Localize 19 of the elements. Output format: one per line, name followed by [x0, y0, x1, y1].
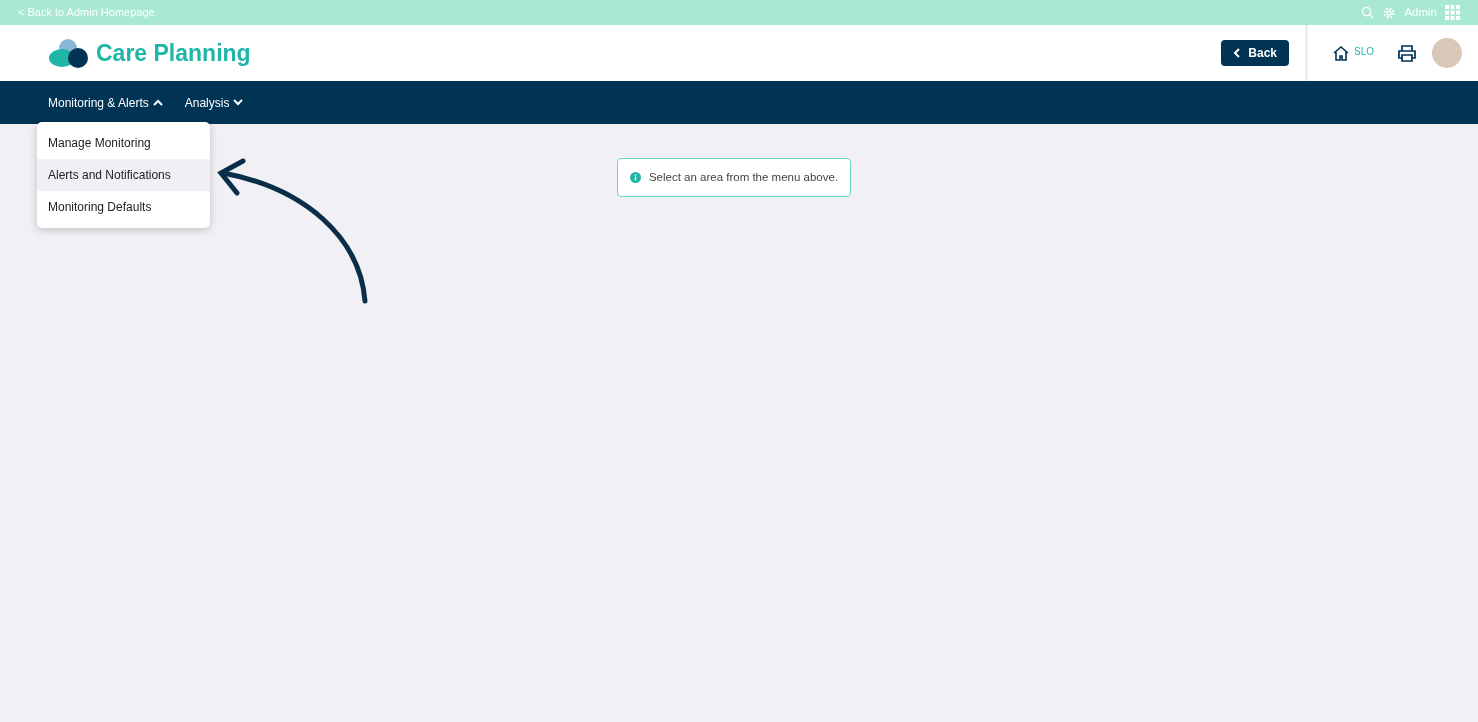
- apps-grid-icon[interactable]: [1445, 5, 1460, 20]
- info-icon: [629, 172, 641, 184]
- home-icon[interactable]: [1332, 45, 1350, 61]
- chevron-left-icon: [1233, 48, 1241, 58]
- app-title: Care Planning: [96, 38, 251, 68]
- search-icon[interactable]: [1361, 6, 1375, 19]
- chevron-down-icon: [233, 99, 244, 106]
- info-text: Select an area from the menu above.: [648, 170, 839, 185]
- dropdown-item[interactable]: Manage Monitoring: [37, 127, 210, 159]
- nav-menu[interactable]: Analysis: [184, 93, 244, 112]
- logo-icon: [48, 38, 88, 68]
- chevron-up-icon: [152, 99, 163, 106]
- avatar[interactable]: [1432, 38, 1462, 68]
- nav-menu[interactable]: Monitoring & Alerts: [48, 93, 163, 112]
- dropdown-item[interactable]: Monitoring Defaults: [37, 191, 210, 223]
- printer-icon[interactable]: [1398, 44, 1416, 62]
- back-button[interactable]: Back: [1221, 40, 1289, 66]
- settings-icon[interactable]: [1382, 5, 1397, 20]
- dropdown-item[interactable]: Alerts and Notifications: [37, 159, 210, 191]
